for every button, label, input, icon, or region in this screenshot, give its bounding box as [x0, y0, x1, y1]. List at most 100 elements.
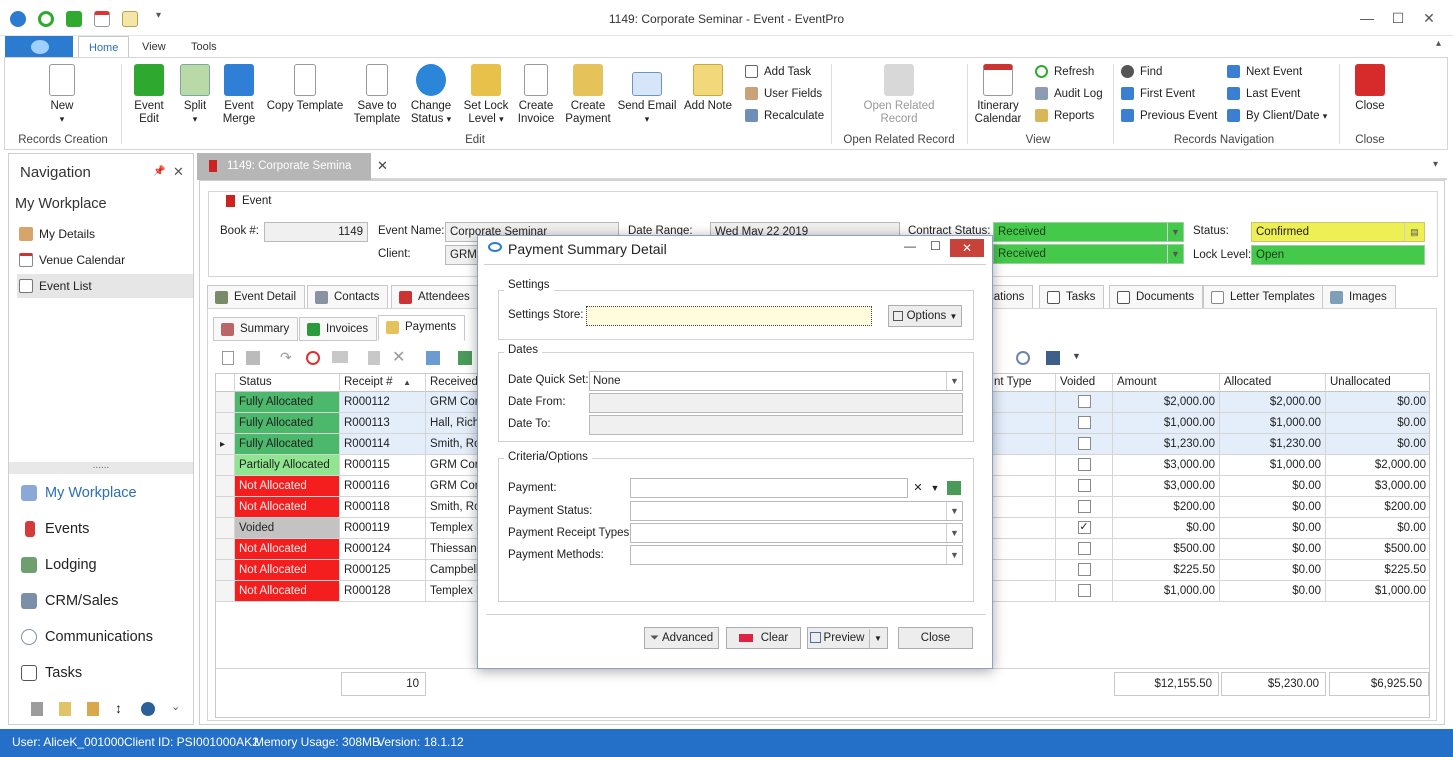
cell-allocated[interactable]: $2,000.00	[1220, 392, 1326, 413]
cell-unallocated[interactable]: $0.00	[1326, 392, 1429, 413]
cell-amount[interactable]: $0.00	[1113, 518, 1220, 539]
cell-status[interactable]: Fully Allocated	[235, 413, 340, 434]
cell-voided[interactable]	[1056, 413, 1113, 434]
book-number-field[interactable]: 1149	[264, 222, 368, 242]
cell-voided[interactable]: ✓	[1056, 518, 1113, 539]
cell-allocated[interactable]: $0.00	[1220, 560, 1326, 581]
cell-voided[interactable]	[1056, 581, 1113, 602]
cell-received[interactable]: GRM Corp	[426, 392, 478, 413]
redo-icon[interactable]: ↷	[280, 349, 292, 366]
clear-button[interactable]: Clear	[726, 627, 801, 649]
cell-voided[interactable]	[1056, 434, 1113, 455]
cell-allocated[interactable]: $1,000.00	[1220, 413, 1326, 434]
voided-checkbox[interactable]	[1077, 563, 1091, 577]
tab-letter-templates[interactable]: Letter Templates	[1203, 285, 1324, 309]
sort-arrows-icon[interactable]: ↕	[115, 700, 122, 716]
cell-allocated[interactable]: $0.00	[1220, 497, 1326, 518]
cell-received[interactable]: GRM Corp	[426, 455, 478, 476]
tab-invoices[interactable]: Invoices	[299, 317, 378, 341]
cell-received[interactable]: Templex F	[426, 581, 478, 602]
tab-tasks[interactable]: Tasks	[1039, 285, 1105, 309]
cell-type[interactable]	[990, 518, 1056, 539]
new-button[interactable]: New ▾	[41, 64, 83, 126]
create-payment-button[interactable]: Create Payment	[563, 64, 613, 126]
cell-allocated[interactable]: $0.00	[1220, 581, 1326, 602]
cell-received[interactable]: Thiessan,	[426, 539, 478, 560]
event-merge-button[interactable]: Event Merge	[219, 64, 259, 126]
export-icon[interactable]	[458, 351, 472, 365]
column-header-allocated[interactable]: Allocated	[1220, 374, 1326, 392]
cell-voided[interactable]	[1056, 539, 1113, 560]
tab-view[interactable]: View	[132, 36, 176, 58]
send-email-button[interactable]: Send Email ▾	[617, 64, 677, 126]
advanced-button[interactable]: ⏷ Advanced	[644, 627, 719, 649]
tab-home[interactable]: Home	[78, 36, 130, 58]
cell-status[interactable]: Not Allocated	[235, 476, 340, 497]
cell-status[interactable]: Fully Allocated	[235, 392, 340, 413]
cell-status[interactable]: Not Allocated	[235, 497, 340, 518]
tab-tools[interactable]: Tools	[181, 36, 227, 58]
globe-icon[interactable]	[141, 702, 155, 716]
cell-type[interactable]	[990, 560, 1056, 581]
cell-unallocated[interactable]: $500.00	[1326, 539, 1429, 560]
chevron-down-icon[interactable]: ▼	[1167, 223, 1183, 241]
cell-allocated[interactable]: $1,230.00	[1220, 434, 1326, 455]
date-quick-set-select[interactable]: None ▼	[589, 371, 963, 391]
voided-checkbox[interactable]	[1077, 500, 1091, 514]
cell-allocated[interactable]: $0.00	[1220, 539, 1326, 560]
documents-icon[interactable]	[87, 702, 99, 716]
copy-icon[interactable]	[246, 351, 260, 365]
nav-big-lodging[interactable]: Lodging	[17, 550, 193, 580]
cell-received[interactable]: Hall, Richa	[426, 413, 478, 434]
tab-list-icon[interactable]: ▾	[1433, 159, 1438, 170]
cell-voided[interactable]	[1056, 392, 1113, 413]
cell-unallocated[interactable]: $2,000.00	[1326, 455, 1429, 476]
status-field[interactable]: Confirmed ▤	[1251, 222, 1425, 242]
voided-checkbox[interactable]	[1077, 479, 1091, 493]
close-dialog-button[interactable]: Close	[898, 627, 973, 649]
cell-amount[interactable]: $1,000.00	[1113, 581, 1220, 602]
cell-received[interactable]: Smith, Ro	[426, 497, 478, 518]
tab-attendees[interactable]: Attendees	[391, 285, 479, 309]
application-menu-button[interactable]	[5, 36, 73, 58]
cell-receipt[interactable]: R000112	[340, 392, 426, 413]
nav-big-tasks[interactable]: Tasks	[17, 658, 193, 688]
nav-big-communications[interactable]: Communications	[17, 622, 193, 652]
audit-log-button[interactable]: Audit Log	[1035, 84, 1103, 104]
cell-receipt[interactable]: R000114	[340, 434, 426, 455]
cell-unallocated[interactable]: $1,000.00	[1326, 581, 1429, 602]
cell-receipt[interactable]: R000116	[340, 476, 426, 497]
cell-type[interactable]	[990, 581, 1056, 602]
cell-type[interactable]	[990, 497, 1056, 518]
voided-checkbox[interactable]: ✓	[1077, 521, 1091, 535]
cell-receipt[interactable]: R000119	[340, 518, 426, 539]
collapse-ribbon-icon[interactable]: ▴	[1436, 38, 1441, 49]
column-header-amount[interactable]: Amount	[1113, 374, 1220, 392]
cell-amount[interactable]: $2,000.00	[1113, 392, 1220, 413]
nav-big-crm-sales[interactable]: CRM/Sales	[17, 586, 193, 616]
tab-event-detail[interactable]: Event Detail	[207, 285, 306, 309]
tab-payments[interactable]: Payments	[378, 315, 466, 341]
close-pane-icon[interactable]: ✕	[173, 164, 184, 180]
chevron-down-icon[interactable]: ▼	[946, 524, 962, 542]
nav-item-venue-calendar[interactable]: Venue Calendar	[17, 248, 193, 272]
copy-template-button[interactable]: Copy Template	[265, 64, 345, 113]
cell-voided[interactable]	[1056, 476, 1113, 497]
cell-receipt[interactable]: R000128	[340, 581, 426, 602]
status-picker-icon[interactable]: ▤	[1404, 223, 1424, 241]
cell-received[interactable]: Templex F	[426, 518, 478, 539]
minimize-icon[interactable]: —	[1352, 8, 1382, 28]
payment-methods-select[interactable]: ▼	[630, 545, 963, 565]
cell-status[interactable]: Fully Allocated	[235, 434, 340, 455]
cell-receipt[interactable]: R000125	[340, 560, 426, 581]
tab-summary[interactable]: Summary	[213, 317, 299, 341]
close-dialog-icon[interactable]: ✕	[950, 239, 984, 257]
options-button[interactable]: Options ▼	[888, 305, 962, 327]
cell-receipt[interactable]: R000113	[340, 413, 426, 434]
save-icon[interactable]	[1046, 351, 1060, 365]
change-status-button[interactable]: Change Status ▾	[409, 64, 453, 126]
lock-level-field[interactable]: Open	[1251, 245, 1425, 265]
save-dropdown-icon[interactable]: ▼	[1072, 351, 1081, 361]
cell-allocated[interactable]: $1,000.00	[1220, 455, 1326, 476]
refresh-button[interactable]: Refresh	[1035, 62, 1094, 82]
